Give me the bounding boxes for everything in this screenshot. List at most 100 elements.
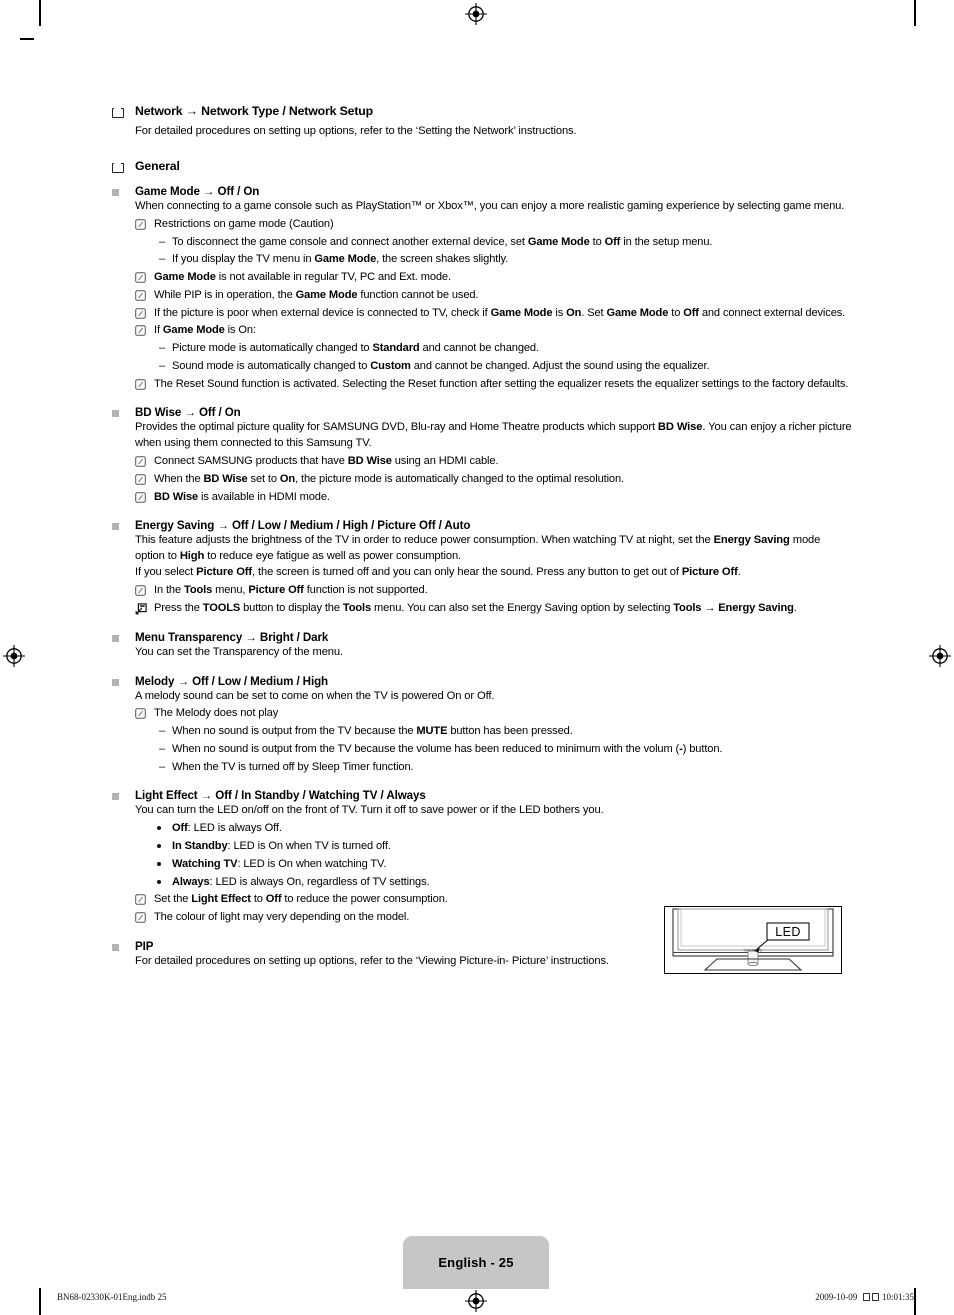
melody-body-text: A melody sound can be set to come on whe… bbox=[135, 689, 495, 702]
note-icon bbox=[135, 378, 146, 390]
round-bullet-icon bbox=[157, 844, 161, 849]
dash-marker-icon: – bbox=[159, 253, 166, 266]
dash-item: – When the TV is turned off by Sleep Tim… bbox=[159, 760, 852, 776]
note-item: Restrictions on game mode (Caution) bbox=[135, 217, 852, 233]
note-icon bbox=[135, 307, 146, 319]
note-icon bbox=[135, 456, 146, 467]
dash-item: – If you display the TV menu in Game Mod… bbox=[159, 252, 852, 268]
subsection-heading-melody-text: Melody → Off / Low / Medium / High bbox=[135, 674, 329, 688]
subsection-heading-energy-saving-text: Energy Saving → Off / Low / Medium / Hig… bbox=[135, 519, 471, 533]
note-item: The Reset Sound function is activated. S… bbox=[135, 377, 852, 393]
print-footer-time: 10:01:35 bbox=[881, 1292, 914, 1302]
bullet-text: Off: LED is always Off. bbox=[172, 822, 282, 835]
note-item-tools: Press the TOOLS button to display the To… bbox=[135, 601, 852, 617]
dash-item: – To disconnect the game console and con… bbox=[159, 235, 852, 251]
subsection-heading-menu-transparency-text: Menu Transparency → Bright / Dark bbox=[135, 630, 329, 644]
subsection-heading-light-effect: Light Effect → Off / In Standby / Watchi… bbox=[112, 789, 852, 802]
bullet-item: Off: LED is always Off. bbox=[157, 821, 852, 837]
network-body-text: For detailed procedures on setting up op… bbox=[135, 125, 577, 137]
note-item: If Game Mode is On: bbox=[135, 323, 852, 339]
note-text: While PIP is in operation, the Game Mode… bbox=[154, 288, 479, 301]
subsection-heading-pip-text: PIP bbox=[135, 939, 154, 953]
note-icon bbox=[135, 325, 146, 337]
subsection-heading-bd-wise-text: BD Wise → Off / On bbox=[135, 406, 241, 420]
note-icon bbox=[135, 272, 146, 283]
note-text: Connect SAMSUNG products that have BD Wi… bbox=[154, 455, 499, 468]
section-heading-general: General bbox=[112, 159, 852, 173]
note-item: Game Mode is not available in regular TV… bbox=[135, 270, 852, 286]
manual-page: Network → Network Type / Network Setup F… bbox=[0, 0, 954, 1315]
bd-wise-body-text: Provides the optimal picture quality for… bbox=[135, 421, 852, 450]
note-text: Game Mode is not available in regular TV… bbox=[154, 271, 451, 284]
subsection-heading-menu-transparency: Menu Transparency → Bright / Dark bbox=[112, 631, 852, 644]
note-text: When the BD Wise set to On, the picture … bbox=[154, 472, 624, 485]
light-effect-body-text: You can turn the LED on/off on the front… bbox=[135, 804, 604, 817]
note-item: If the picture is poor when external dev… bbox=[135, 306, 852, 322]
dash-marker-icon: – bbox=[159, 235, 166, 248]
open-box-bullet-icon bbox=[112, 161, 124, 173]
print-footer-filename: BN68-02330K-01Eng.indb 25 bbox=[57, 1292, 167, 1302]
dash-item: – When no sound is output from the TV be… bbox=[159, 742, 852, 758]
section-heading-network-text: Network → Network Type / Network Setup bbox=[135, 104, 374, 118]
dash-text: Picture mode is automatically changed to… bbox=[172, 342, 539, 355]
filled-square-bullet-icon bbox=[112, 188, 119, 196]
round-bullet-icon bbox=[157, 879, 161, 884]
game-mode-body-text: When connecting to a game console such a… bbox=[135, 199, 845, 212]
missing-glyph-box-icon bbox=[862, 1293, 870, 1301]
filled-square-bullet-icon bbox=[112, 793, 119, 801]
subsection-heading-energy-saving: Energy Saving → Off / Low / Medium / Hig… bbox=[112, 519, 852, 532]
section-heading-network: Network → Network Type / Network Setup bbox=[112, 104, 852, 118]
bullet-text: Watching TV: LED is On when watching TV. bbox=[172, 857, 387, 870]
filled-square-bullet-icon bbox=[112, 943, 119, 951]
page-number-text: English - 25 bbox=[438, 1255, 514, 1270]
note-text: Press the TOOLS button to display the To… bbox=[154, 601, 797, 614]
note-icon bbox=[135, 894, 146, 906]
filled-square-bullet-icon bbox=[112, 410, 119, 418]
section-heading-general-text: General bbox=[135, 158, 180, 173]
filled-square-bullet-icon bbox=[112, 678, 119, 686]
dash-marker-icon: – bbox=[159, 342, 166, 355]
dash-text: When the TV is turned off by Sleep Timer… bbox=[172, 760, 414, 773]
dash-marker-icon: – bbox=[159, 359, 166, 372]
note-icon bbox=[135, 491, 146, 503]
dash-text: To disconnect the game console and conne… bbox=[172, 235, 713, 248]
dash-text: When no sound is output from the TV beca… bbox=[172, 742, 723, 755]
note-item: BD Wise is available in HDMI mode. bbox=[135, 490, 852, 506]
bullet-text: In Standby: LED is On when TV is turned … bbox=[172, 840, 391, 853]
subsection-heading-game-mode: Game Mode → Off / On bbox=[112, 185, 852, 198]
bullet-text: Always: LED is always On, regardless of … bbox=[172, 875, 430, 888]
note-item: Connect SAMSUNG products that have BD Wi… bbox=[135, 454, 852, 470]
note-icon bbox=[135, 474, 146, 485]
note-item: In the Tools menu, Picture Off function … bbox=[135, 583, 852, 599]
note-item: While PIP is in operation, the Game Mode… bbox=[135, 288, 852, 304]
dash-item: – Sound mode is automatically changed to… bbox=[159, 359, 852, 375]
note-item: When the BD Wise set to On, the picture … bbox=[135, 472, 852, 488]
subsection-heading-game-mode-text: Game Mode → Off / On bbox=[135, 184, 260, 198]
dash-item: – When no sound is output from the TV be… bbox=[159, 724, 852, 740]
print-footer-date: 2009-10-09 bbox=[815, 1292, 858, 1302]
dash-marker-icon: – bbox=[159, 760, 166, 773]
led-callout-label: LED bbox=[775, 925, 801, 939]
subsection-heading-light-effect-text: Light Effect → Off / In Standby / Watchi… bbox=[135, 789, 426, 803]
bullet-item: Watching TV: LED is On when watching TV. bbox=[157, 857, 852, 873]
note-text: BD Wise is available in HDMI mode. bbox=[154, 490, 330, 503]
energy-saving-body-text-2: If you select Picture Off, the screen is… bbox=[135, 566, 741, 579]
open-box-bullet-icon bbox=[112, 107, 124, 118]
note-text: If the picture is poor when external dev… bbox=[154, 306, 846, 319]
dash-marker-icon: – bbox=[159, 725, 166, 738]
subsection-heading-bd-wise: BD Wise → Off / On bbox=[112, 406, 852, 419]
subsection-heading-melody: Melody → Off / Low / Medium / High bbox=[112, 675, 852, 688]
dash-text: When no sound is output from the TV beca… bbox=[172, 725, 573, 738]
page-content: Network → Network Type / Network Setup F… bbox=[112, 104, 852, 970]
filled-square-bullet-icon bbox=[112, 523, 119, 531]
note-icon bbox=[135, 219, 146, 230]
missing-glyph-box-icon bbox=[871, 1293, 879, 1301]
menu-transparency-body-text: You can set the Transparency of the menu… bbox=[135, 645, 343, 658]
print-footer-timestamp: 2009-10-09 10:01:35 bbox=[815, 1292, 914, 1302]
dash-item: – Picture mode is automatically changed … bbox=[159, 341, 852, 357]
dash-text: If you display the TV menu in Game Mode,… bbox=[172, 253, 509, 266]
filled-square-bullet-icon bbox=[112, 634, 119, 642]
note-icon bbox=[135, 585, 146, 596]
note-text: The Melody does not play bbox=[154, 707, 279, 720]
round-bullet-icon bbox=[157, 826, 161, 831]
